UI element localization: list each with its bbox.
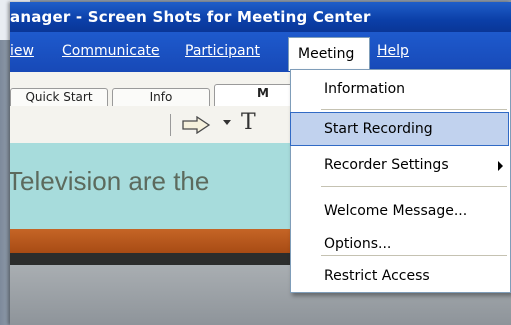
menu-item-information-label: Information (324, 81, 406, 97)
tab-quick-start[interactable]: Quick Start (10, 88, 108, 106)
tab-info-label: Info (149, 90, 173, 104)
menu-item-recorder-settings-label: Recorder Settings (324, 157, 449, 173)
menu-item-welcome-message[interactable]: Welcome Message... (324, 203, 467, 219)
menu-separator (321, 186, 507, 187)
text-tool-icon[interactable]: T (241, 110, 256, 135)
menu-item-recorder-settings[interactable]: Recorder Settings (324, 157, 449, 173)
menu-meeting[interactable]: Meeting (288, 37, 370, 71)
menu-view[interactable]: iew (10, 43, 34, 59)
menu-item-welcome-message-label: Welcome Message... (324, 203, 468, 219)
menu-item-start-recording-label: Start Recording (324, 121, 433, 137)
menu-item-information[interactable]: Information (324, 81, 405, 97)
window-title: anager - Screen Shots for Meeting Center (10, 8, 371, 26)
menu-meeting-label: Meeting (298, 46, 355, 62)
menu-separator (321, 255, 507, 256)
menu-participant-label: Participant (185, 43, 260, 59)
menu-communicate[interactable]: Communicate (62, 43, 160, 59)
title-bar[interactable]: anager - Screen Shots for Meeting Center (10, 2, 511, 32)
slide-headline: Television are the (10, 166, 210, 196)
menu-communicate-label: Communicate (62, 43, 160, 59)
arrow-icon[interactable] (181, 116, 211, 134)
menu-item-start-recording[interactable]: Start Recording (324, 121, 433, 137)
tab-info[interactable]: Info (112, 88, 210, 106)
menu-view-label: iew (10, 43, 34, 59)
tab-meeting-label: M (257, 86, 269, 100)
toolbar-separator (170, 114, 171, 136)
menu-item-restrict-access[interactable]: Restrict Access (324, 268, 430, 284)
meeting-dropdown-menu: Information Start Recording Recorder Set… (290, 69, 511, 293)
tab-meeting[interactable]: M (214, 84, 294, 107)
menu-item-options[interactable]: Options... (324, 236, 391, 252)
menu-item-options-label: Options... (324, 236, 392, 252)
dropdown-arrow-icon[interactable] (223, 120, 231, 126)
menu-help[interactable]: Help (377, 43, 409, 59)
menu-item-restrict-access-label: Restrict Access (324, 268, 430, 284)
tab-quick-start-label: Quick Start (25, 90, 93, 104)
menu-participant[interactable]: Participant (185, 43, 260, 59)
menu-bar: iew Communicate Participant Help (10, 32, 511, 72)
menu-separator (321, 109, 507, 110)
menu-help-label: Help (377, 43, 409, 59)
submenu-arrow-icon (498, 161, 503, 171)
